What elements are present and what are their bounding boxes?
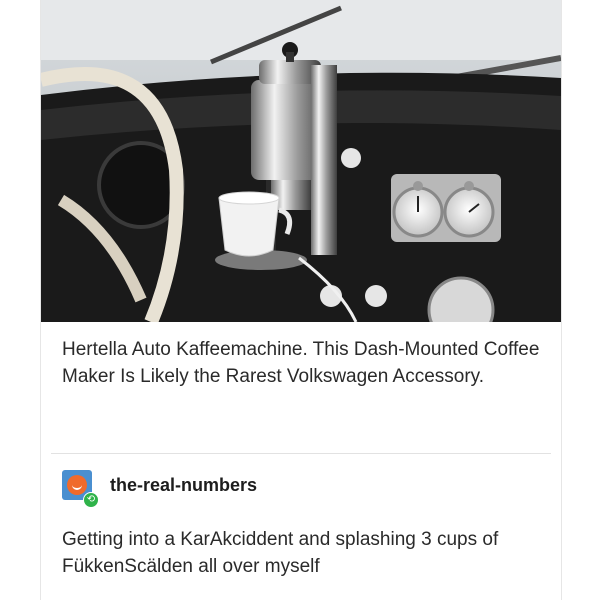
reblog-divider [51,453,551,454]
avatar[interactable]: ⟲ [62,470,99,508]
post-photo[interactable] [41,0,561,322]
reblog-header: ⟲ the-real-numbers [62,465,551,508]
post-card: Hertella Auto Kaffeemachine. This Dash-M… [40,0,562,600]
post-caption: Hertella Auto Kaffeemachine. This Dash-M… [62,339,540,387]
reblog-username[interactable]: the-real-numbers [110,475,257,496]
reblog-icon: ⟲ [83,492,99,508]
avatar-face-icon [67,475,87,495]
reblog-text: Getting into a KarAkciddent and splashin… [62,529,499,577]
